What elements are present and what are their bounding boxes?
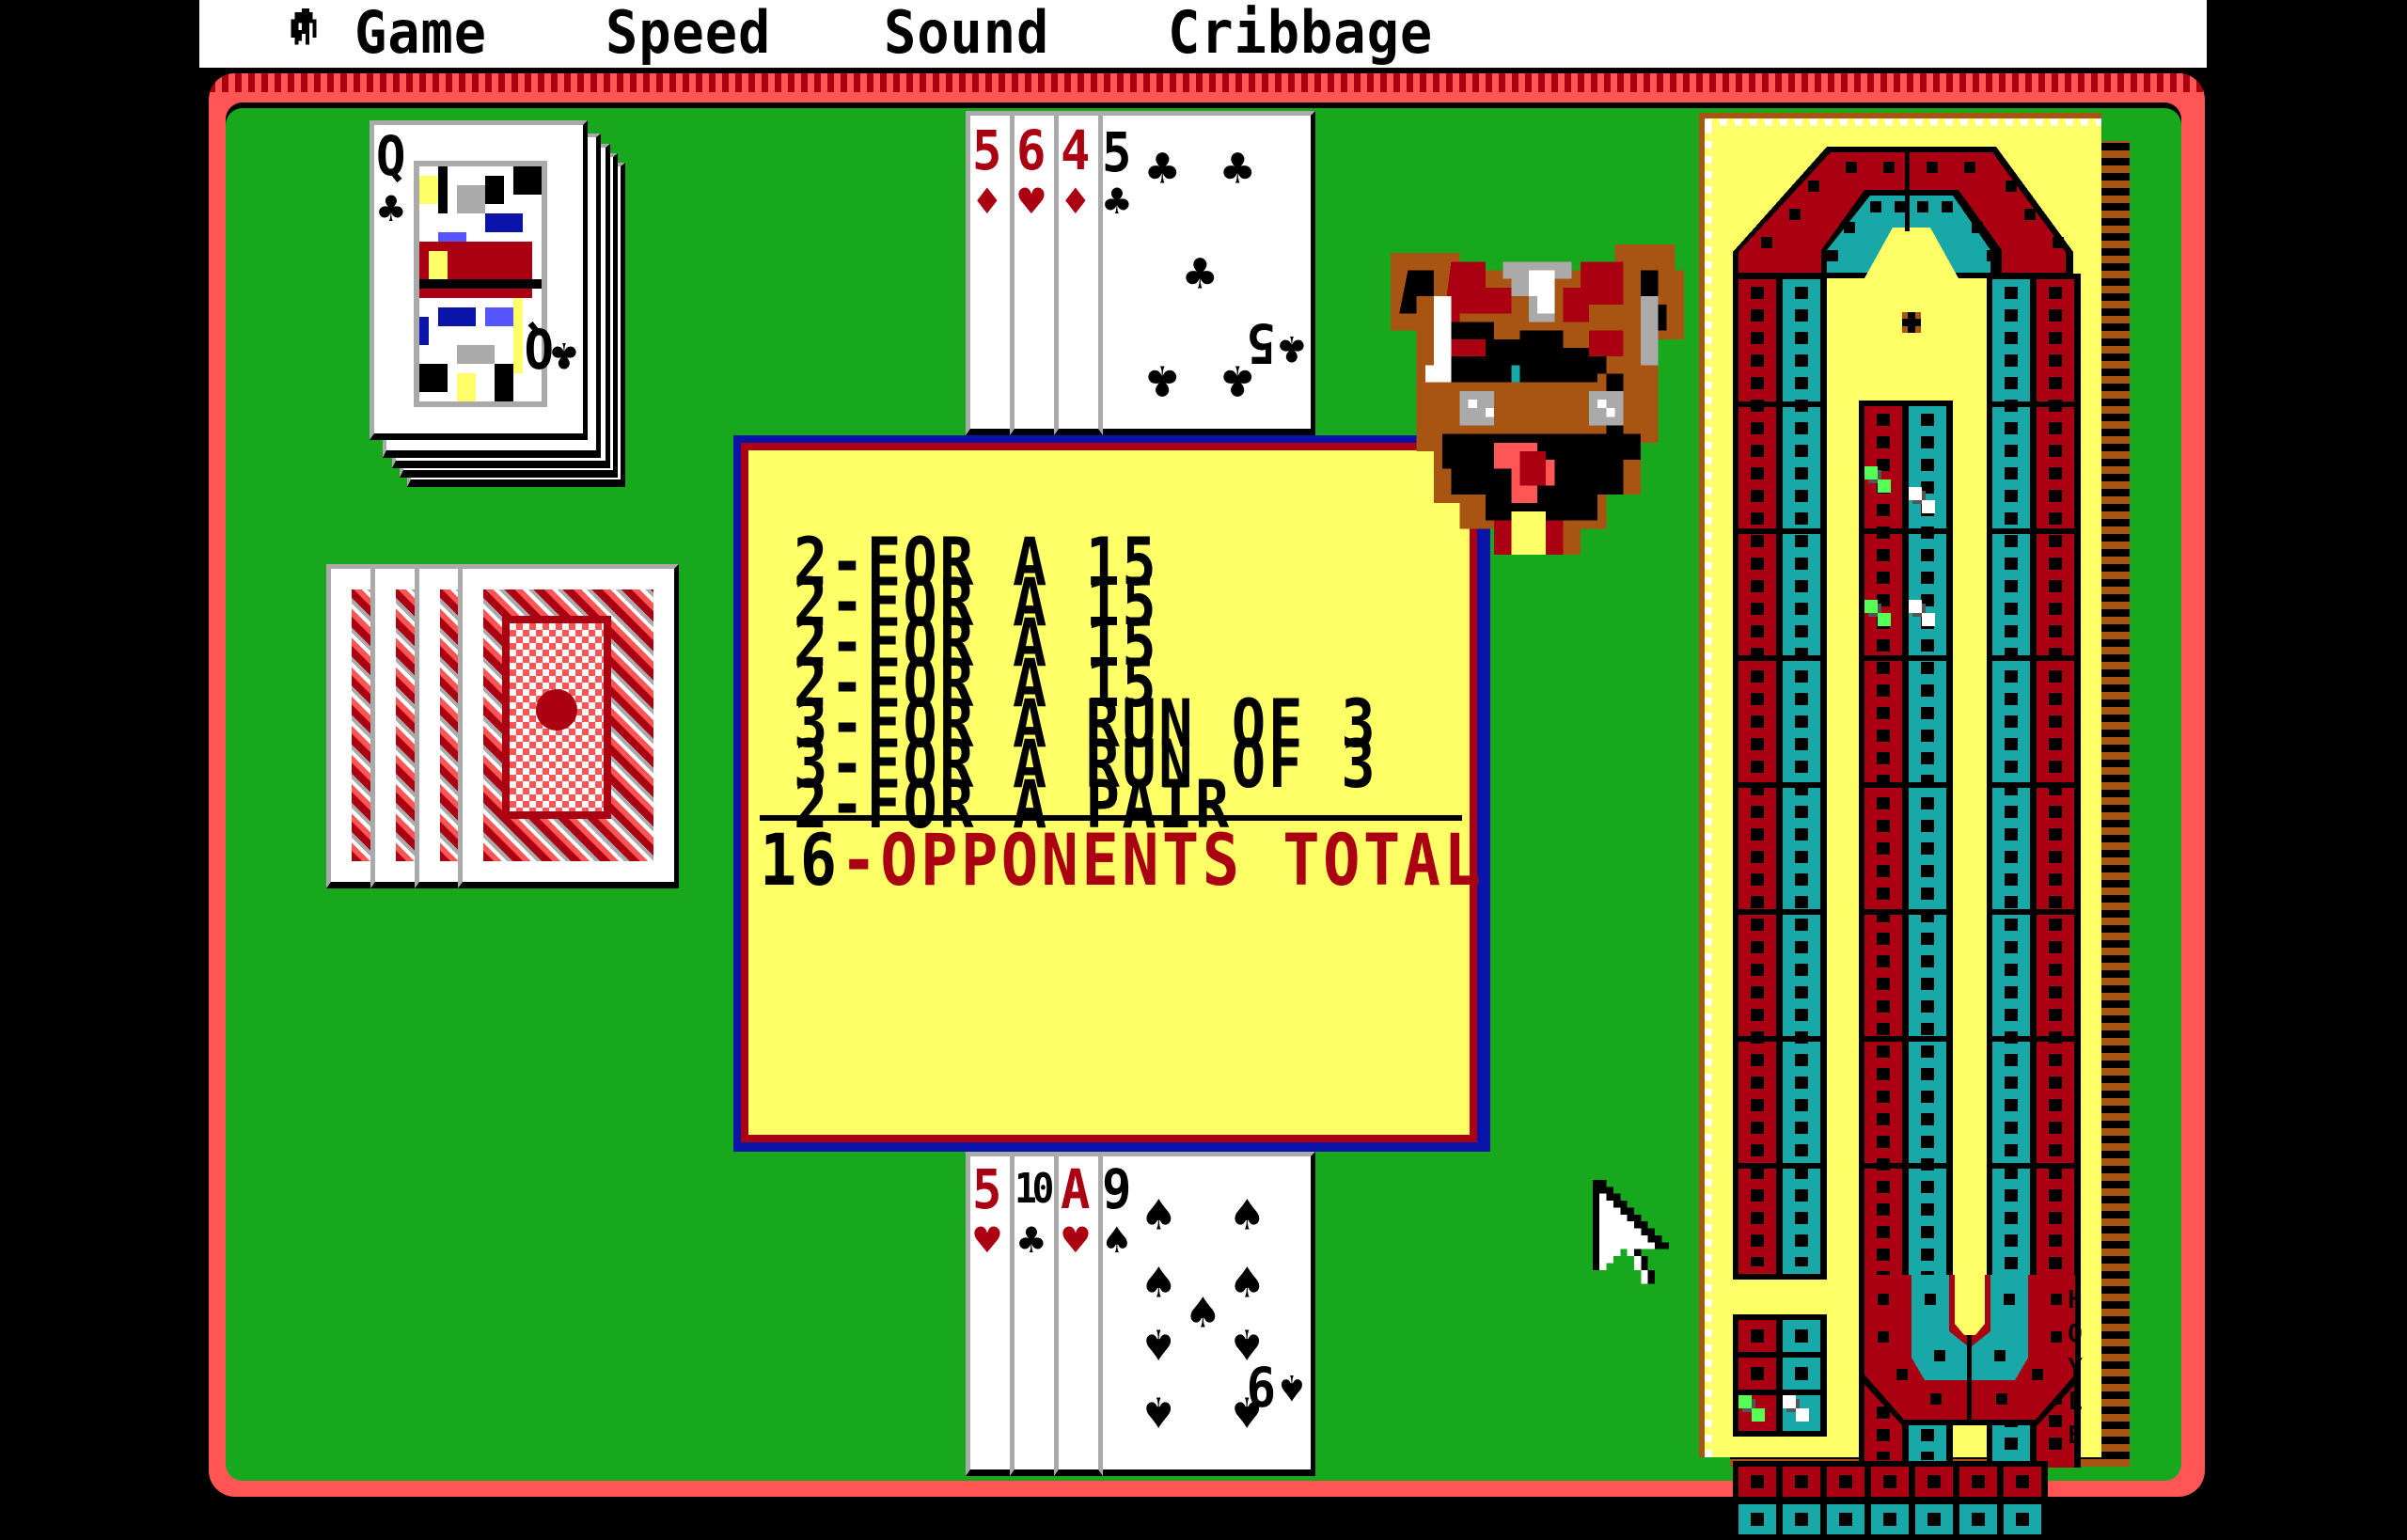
card-rank: 9 <box>1246 1354 1277 1418</box>
cribbage-board <box>1699 113 2101 1540</box>
card-rank: 6 <box>1016 118 1046 182</box>
dialog-body: 2-FOR A 15 2-FOR A 15 2-FOR A 15 2-FOR A… <box>748 450 1481 1135</box>
player-hand: 9 ♠ ♠ ♠ ♠ ♠ ♠ ♠ ♠ ♠ ♠ ♠ 9 5 ♥ 10 ♣ A ♥ <box>966 1152 1315 1476</box>
spade-icon: ♠ <box>1143 1382 1174 1441</box>
club-icon: ♣ <box>1279 323 1305 374</box>
club-icon: ♣ <box>1222 139 1253 198</box>
card-back-center <box>502 616 611 819</box>
total-points: 16 <box>760 818 841 902</box>
green-peg[interactable] <box>1864 600 1878 613</box>
club-icon: ♣ <box>1104 176 1130 227</box>
card-rank: Q <box>524 316 555 380</box>
card-rank: 5 <box>972 118 1002 182</box>
spade-icon: ♠ <box>1143 1186 1174 1245</box>
white-peg[interactable] <box>1909 487 1922 500</box>
card-rank: 10 <box>1015 1165 1054 1213</box>
spade-icon: ♠ <box>1232 1186 1263 1245</box>
left-track <box>1733 274 1827 1280</box>
menu-sound[interactable]: Sound <box>884 2 1049 64</box>
diamond-icon: ♦ <box>1062 176 1089 227</box>
menu-cribbage[interactable]: Cribbage <box>1168 2 1433 64</box>
crib-pile[interactable] <box>326 564 679 888</box>
menu-game[interactable]: Game <box>354 2 487 64</box>
spade-icon: ♠ <box>1188 1283 1219 1343</box>
white-peg[interactable] <box>1909 600 1922 613</box>
white-peg[interactable] <box>1796 1408 1809 1422</box>
card-rank: A <box>1061 1157 1091 1221</box>
card-rank: 5 <box>972 1157 1002 1221</box>
heart-icon: ♥ <box>974 1215 1000 1265</box>
card-back <box>458 564 679 888</box>
club-icon: ♣ <box>1018 1215 1045 1265</box>
green-peg[interactable] <box>1752 1408 1765 1422</box>
club-icon: ♣ <box>551 330 577 381</box>
peg-bank <box>1733 1461 2048 1540</box>
menu-speed[interactable]: Speed <box>606 2 771 64</box>
spade-icon: ♠ <box>1143 1314 1174 1374</box>
spade-icon: ♠ <box>1232 1253 1263 1312</box>
score-dialog[interactable]: 2-FOR A 15 2-FOR A 15 2-FOR A 15 2-FOR A… <box>733 435 1490 1152</box>
game-counter <box>1733 1314 1827 1437</box>
menu-bar: Game Speed Sound Cribbage <box>199 0 2207 68</box>
player-card-1[interactable]: 5 ♥ <box>966 1152 1015 1476</box>
total-label: OPPONENTS TOTAL <box>880 818 1485 902</box>
card-rank: 9 <box>1102 1157 1132 1221</box>
card-rank: 4 <box>1061 118 1091 182</box>
apple-icon[interactable] <box>284 8 327 60</box>
green-peg[interactable] <box>1878 479 1891 493</box>
club-icon: ♣ <box>1185 244 1216 304</box>
card-rank: Q <box>376 124 406 188</box>
board-top-arc <box>1733 147 2073 278</box>
opponent-card-3: 4 ♦ <box>1054 111 1103 435</box>
club-icon: ♣ <box>378 183 404 234</box>
deck[interactable]: Q ♣ ♣ Q <box>370 120 633 492</box>
green-peg[interactable] <box>1864 466 1878 479</box>
spade-icon: ♠ <box>1104 1215 1130 1265</box>
heart-icon: ♥ <box>1018 176 1045 227</box>
spade-icon: ♠ <box>1279 1362 1305 1413</box>
white-peg[interactable] <box>1783 1395 1796 1408</box>
opponent-hand: 5 ♣ ♣ ♣ ♣ ♣ ♣ ♣ 5 5 ♦ 6 ♥ 4 ♦ <box>966 111 1315 435</box>
club-icon: ♣ <box>1147 351 1178 410</box>
deck-top-card[interactable]: Q ♣ ♣ Q <box>370 120 588 440</box>
white-peg[interactable] <box>1922 613 1935 626</box>
player-card-2[interactable]: 10 ♣ <box>1010 1152 1059 1476</box>
opponent-card-2: 6 ♥ <box>1010 111 1059 435</box>
diamond-icon: ♦ <box>974 176 1000 227</box>
hoyle-logo: HOYLE <box>2068 1286 2083 1450</box>
opponent-card-1: 5 ♦ <box>966 111 1015 435</box>
board-bottom-arc <box>1859 1275 2081 1425</box>
white-peg[interactable] <box>1922 500 1935 513</box>
spade-icon: ♠ <box>1143 1253 1174 1312</box>
start-hole <box>1902 312 1921 333</box>
queen-face-icon <box>419 166 542 401</box>
green-peg[interactable] <box>1878 613 1891 626</box>
card-rank: 5 <box>1246 311 1277 375</box>
total-sep: - <box>840 818 881 902</box>
total-line: 16-OPPONENTS TOTAL <box>760 825 1484 896</box>
club-icon: ♣ <box>1147 139 1178 198</box>
bulldog-portrait-icon <box>1391 244 1684 555</box>
board-face <box>1705 118 2101 1540</box>
mouse-pointer-icon <box>1592 1180 1669 1284</box>
player-card-3[interactable]: A ♥ <box>1054 1152 1103 1476</box>
heart-icon: ♥ <box>1062 1215 1089 1265</box>
card-rank: 5 <box>1102 120 1132 184</box>
green-peg[interactable] <box>1738 1395 1752 1408</box>
